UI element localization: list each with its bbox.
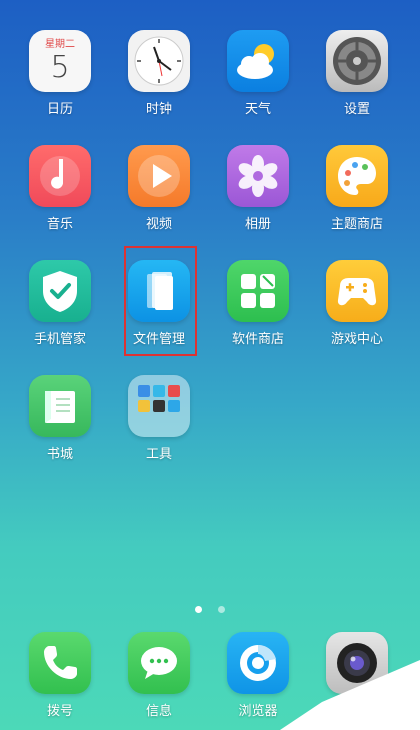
page-dot-active[interactable] — [195, 606, 203, 613]
app-label: 主题商店 — [330, 217, 383, 232]
page-dot[interactable] — [217, 606, 225, 613]
app-label: 时钟 — [145, 102, 172, 117]
calendar-icon: 星期二 5 — [29, 30, 91, 92]
app-label: 工具 — [145, 447, 172, 462]
book-city-icon — [29, 375, 91, 437]
app-app-store[interactable]: 软件商店 — [208, 260, 308, 347]
app-clock[interactable]: 时钟 — [109, 30, 209, 117]
app-tools-folder[interactable]: 工具 — [109, 375, 209, 462]
settings-icon — [326, 30, 388, 92]
phone-dial-icon — [29, 632, 91, 694]
app-calendar[interactable]: 星期二 5 日历 — [10, 30, 110, 117]
app-game-center[interactable]: 游戏中心 — [307, 260, 407, 347]
album-icon — [227, 145, 289, 207]
browser-icon — [227, 632, 289, 694]
app-label: 信息 — [145, 704, 172, 719]
weather-icon — [227, 30, 289, 92]
app-messages[interactable]: 信息 — [109, 632, 209, 719]
selection-highlight — [124, 246, 197, 356]
app-label: 设置 — [343, 102, 370, 117]
app-label: 书城 — [46, 447, 73, 462]
app-label: 日历 — [46, 102, 73, 117]
app-store-icon — [227, 260, 289, 322]
app-label: 游戏中心 — [330, 332, 383, 347]
app-phone-dial[interactable]: 拨号 — [10, 632, 110, 719]
app-theme-store[interactable]: 主题商店 — [307, 145, 407, 232]
theme-store-icon — [326, 145, 388, 207]
app-weather[interactable]: 天气 — [208, 30, 308, 117]
app-phone-manager[interactable]: 手机管家 — [10, 260, 110, 347]
app-label: 拨号 — [46, 704, 73, 719]
music-icon — [29, 145, 91, 207]
page-indicator — [0, 598, 420, 617]
app-album[interactable]: 相册 — [208, 145, 308, 232]
app-music[interactable]: 音乐 — [10, 145, 110, 232]
app-label: 天气 — [244, 102, 271, 117]
app-video[interactable]: 视频 — [109, 145, 209, 232]
clock-icon — [128, 30, 190, 92]
calendar-weekday: 星期二 — [45, 39, 75, 50]
app-browser[interactable]: 浏览器 — [208, 632, 308, 719]
app-label: 相册 — [244, 217, 271, 232]
calendar-day: 5 — [50, 50, 70, 85]
game-center-icon — [326, 260, 388, 322]
phone-manager-icon — [29, 260, 91, 322]
video-icon — [128, 145, 190, 207]
app-label: 浏览器 — [238, 704, 278, 719]
app-settings[interactable]: 设置 — [307, 30, 407, 117]
messages-icon — [128, 632, 190, 694]
app-label: 视频 — [145, 217, 172, 232]
app-book-city[interactable]: 书城 — [10, 375, 110, 462]
app-label: 手机管家 — [33, 332, 86, 347]
tools-folder-icon — [128, 375, 190, 437]
app-label: 软件商店 — [231, 332, 284, 347]
app-label: 音乐 — [46, 217, 73, 232]
